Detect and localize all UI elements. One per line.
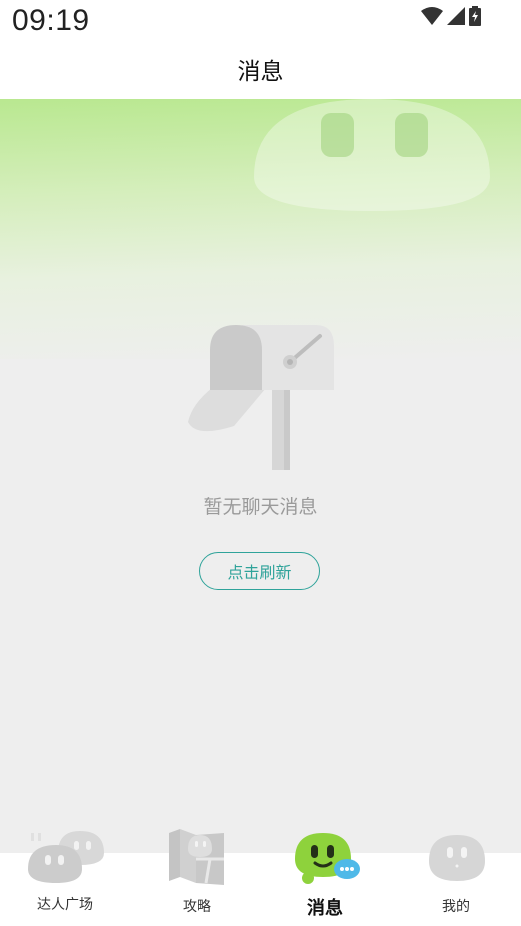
message-blob-icon: [295, 833, 360, 884]
page-title: 消息: [237, 59, 284, 85]
map-blob-icon: [169, 829, 224, 885]
nav-label-guide: 攻略: [183, 899, 211, 915]
nav-item-messages[interactable]: 消息: [260, 833, 390, 926]
header: 消息: [0, 44, 521, 99]
bottom-nav: 达人广场 攻略 消息 我的: [0, 829, 521, 926]
status-time: 09:19: [12, 4, 90, 37]
refresh-button[interactable]: 点击刷新: [199, 552, 320, 590]
mailbox-icon: [188, 325, 334, 470]
blob-duo-icon: [28, 831, 104, 883]
battery-charging-icon: [469, 6, 481, 26]
nav-label-mine: 我的: [442, 899, 470, 915]
status-bar: 09:19: [0, 0, 521, 44]
blob-profile-icon: [429, 835, 485, 881]
wifi-icon: [421, 7, 443, 25]
hero-blob-icon: [254, 99, 490, 211]
nav-item-guide[interactable]: 攻略: [132, 829, 262, 926]
nav-item-mine[interactable]: 我的: [391, 835, 521, 926]
nav-item-talent-plaza[interactable]: 达人广场: [0, 831, 130, 926]
nav-label-messages: 消息: [307, 898, 343, 919]
signal-icon: [447, 7, 465, 25]
system-icons: [421, 6, 481, 26]
nav-label-talent-plaza: 达人广场: [37, 897, 93, 913]
empty-message: 暂无聊天消息: [203, 496, 318, 518]
